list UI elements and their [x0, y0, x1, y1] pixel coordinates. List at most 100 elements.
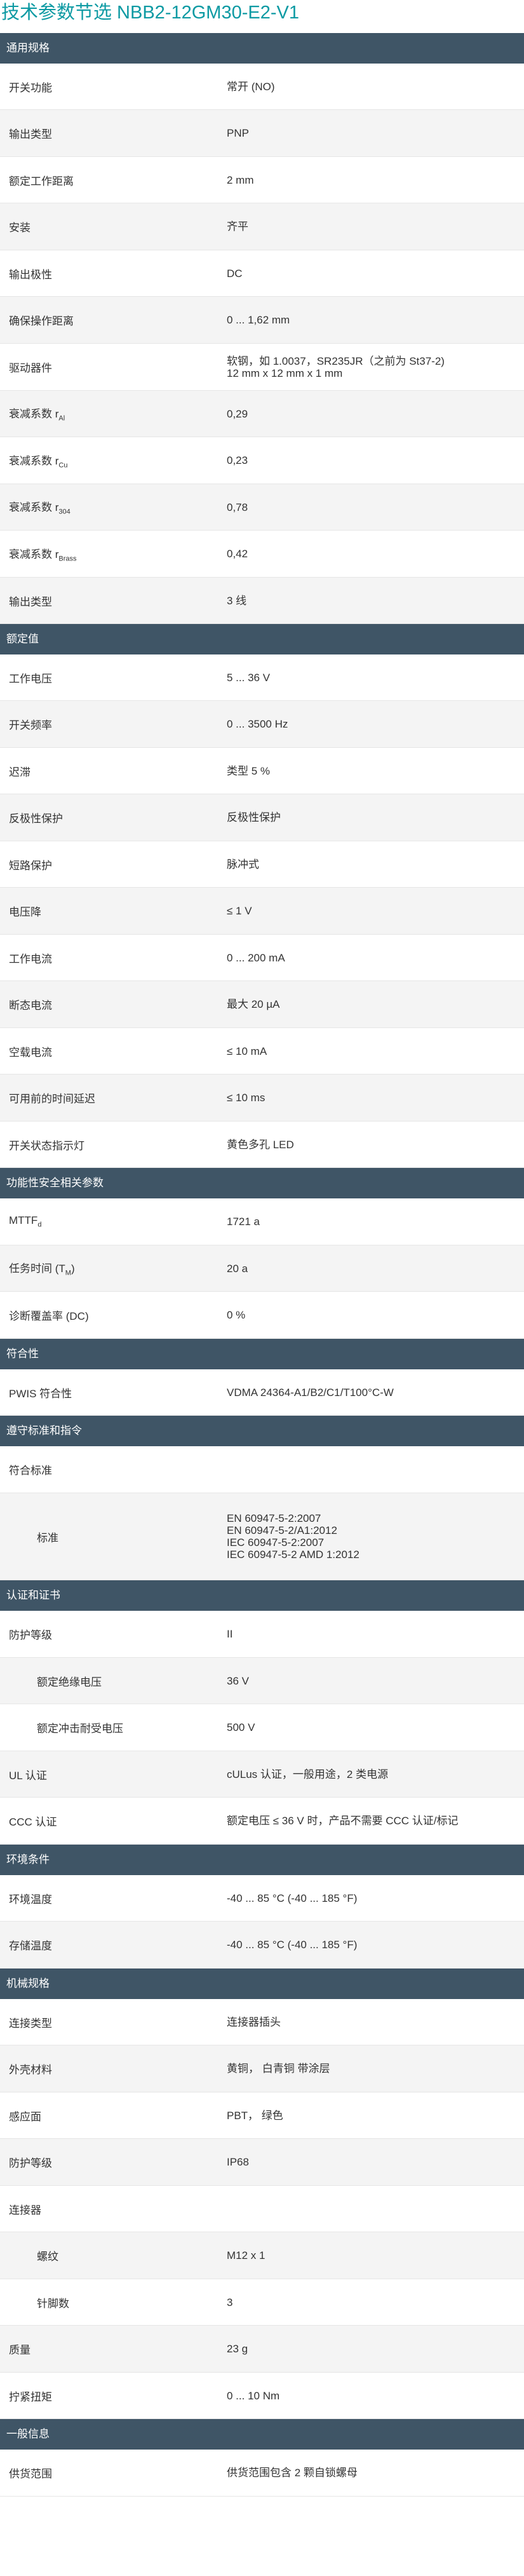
spec-label: 额定冲击耐受电压: [37, 1723, 123, 1735]
spec-label: 输出极性: [9, 268, 52, 281]
spec-value-line: 0,42: [227, 548, 248, 560]
section-header: 认证和证书: [0, 1580, 524, 1611]
spec-label: 供货范围: [9, 2468, 52, 2480]
spec-value: 0 ... 10 Nm: [227, 2373, 524, 2418]
spec-value-line: 0,29: [227, 407, 248, 420]
spec-label: PWIS 符合性: [9, 1387, 72, 1400]
spec-row: PWIS 符合性 VDMA 24364-A1/B2/C1/T100°C-W: [0, 1369, 524, 1416]
spec-value-line: 1721 a: [227, 1216, 260, 1228]
spec-label: 开关功能: [9, 81, 52, 94]
spec-value-line: -40 ... 85 °C (-40 ... 185 °F): [227, 1892, 358, 1904]
spec-row: 确保操作距离 0 ... 1,62 mm: [0, 297, 524, 344]
spec-label: 外壳材料: [9, 2064, 52, 2076]
spec-label: 针脚数: [37, 2297, 69, 2310]
spec-value-line: 最大 20 µA: [227, 998, 280, 1010]
section-header: 符合性: [0, 1339, 524, 1369]
spec-value-line: 额定电压 ≤ 36 V 时，产品不需要 CCC 认证/标记: [227, 1815, 459, 1827]
spec-label: 感应面: [9, 2110, 41, 2123]
spec-value: cULus 认证，一般用途，2 类电源: [227, 1751, 524, 1797]
page-title: 技术参数节选 NBB2-12GM30-E2-V1: [1, 3, 299, 23]
spec-value: 0 ... 3500 Hz: [227, 701, 524, 747]
spec-value-line: 齐平: [227, 220, 248, 233]
spec-value: 黄色多孔 LED: [227, 1122, 524, 1167]
spec-value: 反极性保护: [227, 794, 524, 841]
spec-value: II: [227, 1611, 524, 1657]
spec-value-line: 0 ... 1,62 mm: [227, 314, 290, 326]
spec-row: 额定绝缘电压 36 V: [0, 1658, 524, 1704]
spec-row: 连接类型 连接器插头: [0, 1999, 524, 2045]
spec-row: 电压降 ≤ 1 V: [0, 888, 524, 935]
spec-value-line: 连接器插头: [227, 2016, 281, 2028]
spec-row: 开关状态指示灯 黄色多孔 LED: [0, 1122, 524, 1168]
spec-value-line: M12 x 1: [227, 2249, 265, 2261]
spec-label: 迟滞: [9, 766, 30, 778]
spec-label: 工作电流: [9, 952, 52, 965]
spec-row: 螺纹 M12 x 1: [0, 2232, 524, 2279]
spec-value: 软钢，如 1.0037，SR235JR（之前为 St37-2) 12 mm x 1…: [227, 344, 524, 390]
spec-value: 3: [227, 2279, 524, 2325]
spec-value-line: 0 ... 200 mA: [227, 951, 285, 964]
spec-label: 拧紧扭矩: [9, 2390, 52, 2403]
spec-label: 额定绝缘电压: [37, 1676, 102, 1688]
spec-value-line: 5 ... 36 V: [227, 671, 271, 684]
spec-value-line: -40 ... 85 °C (-40 ... 185 °F): [227, 1939, 358, 1951]
spec-label: 连接器: [9, 2204, 41, 2216]
spec-value-line: 0 ... 10 Nm: [227, 2389, 280, 2402]
spec-label: 质量: [9, 2344, 30, 2356]
spec-label: 驱动器件: [9, 362, 52, 374]
section-header: 遵守标准和指令: [0, 1416, 524, 1446]
spec-value: 0 ... 1,62 mm: [227, 297, 524, 343]
spec-value-line: 12 mm x 12 mm x 1 mm: [227, 367, 343, 379]
spec-row: 工作电流 0 ... 200 mA: [0, 935, 524, 981]
spec-value-line: 2 mm: [227, 173, 254, 186]
section-header: 通用规格: [0, 33, 524, 64]
spec-value-line: EN 60947-5-2:2007: [227, 1512, 321, 1524]
spec-row: 质量 23 g: [0, 2326, 524, 2373]
spec-row: 衰减系数 rCu 0,23: [0, 437, 524, 484]
spec-value-line: 3 线: [227, 594, 247, 607]
spec-value: 脉冲式: [227, 841, 524, 887]
spec-label: 衰减系数 rCu: [9, 454, 68, 470]
spec-row: UL 认证 cULus 认证，一般用途，2 类电源: [0, 1751, 524, 1798]
spec-value: 额定电压 ≤ 36 V 时，产品不需要 CCC 认证/标记: [227, 1798, 524, 1844]
spec-value-line: 软钢，如 1.0037，SR235JR（之前为 St37-2): [227, 355, 445, 367]
spec-value: 1721 a: [227, 1198, 524, 1245]
spec-row: 开关功能 常开 (NO): [0, 64, 524, 110]
spec-row: 输出类型 3 线: [0, 578, 524, 624]
spec-value: ≤ 10 mA: [227, 1028, 524, 1074]
spec-value: -40 ... 85 °C (-40 ... 185 °F): [227, 1875, 524, 1921]
spec-row: 衰减系数 r304 0,78: [0, 484, 524, 531]
spec-value-line: 23 g: [227, 2343, 248, 2355]
spec-label: 可用前的时间延迟: [9, 1093, 95, 1105]
spec-row: 衰减系数 rBrass 0,42: [0, 531, 524, 578]
spec-row: 空载电流 ≤ 10 mA: [0, 1028, 524, 1074]
spec-value-line: VDMA 24364-A1/B2/C1/T100°C-W: [227, 1386, 394, 1399]
spec-row: 输出极性 DC: [0, 250, 524, 297]
spec-row: 标准 EN 60947-5-2:2007 EN 60947-5-2/A1:2012 I…: [0, 1493, 524, 1580]
spec-label: 输出类型: [9, 128, 52, 140]
spec-label: 防护等级: [9, 2157, 52, 2169]
spec-row: 供货范围 供货范围包含 2 颗自锁螺母: [0, 2450, 524, 2497]
spec-row: MTTFd 1721 a: [0, 1198, 524, 1245]
spec-value-line: IEC 60947-5-2:2007: [227, 1536, 325, 1549]
spec-value-line: IEC 60947-5-2 AMD 1:2012: [227, 1549, 359, 1561]
section-header: 一般信息: [0, 2419, 524, 2450]
spec-label: 短路保护: [9, 859, 52, 872]
spec-value: 0,78: [227, 484, 524, 530]
spec-row: 拧紧扭矩 0 ... 10 Nm: [0, 2373, 524, 2419]
spec-value-line: cULus 认证，一般用途，2 类电源: [227, 1768, 389, 1780]
spec-row: 安装 齐平: [0, 203, 524, 250]
spec-value: 常开 (NO): [227, 64, 524, 109]
spec-value: [227, 1446, 524, 1493]
spec-value: ≤ 10 ms: [227, 1074, 524, 1121]
spec-value-line: ≤ 1 V: [227, 905, 252, 917]
spec-label: 诊断覆盖率 (DC): [9, 1310, 89, 1322]
spec-label: 连接类型: [9, 2017, 52, 2030]
spec-label: 存储温度: [9, 1940, 52, 1952]
spec-label: UL 认证: [9, 1769, 47, 1782]
spec-tables: 通用规格 开关功能 常开 (NO) 输出类型 PNP 额定工作距离 2 mm 安装 齐平 输出极性…: [0, 33, 524, 2497]
spec-label: CCC 认证: [9, 1816, 57, 1828]
spec-row: 防护等级 II: [0, 1611, 524, 1658]
spec-value: 23 g: [227, 2326, 524, 2372]
spec-value: PNP: [227, 110, 524, 156]
